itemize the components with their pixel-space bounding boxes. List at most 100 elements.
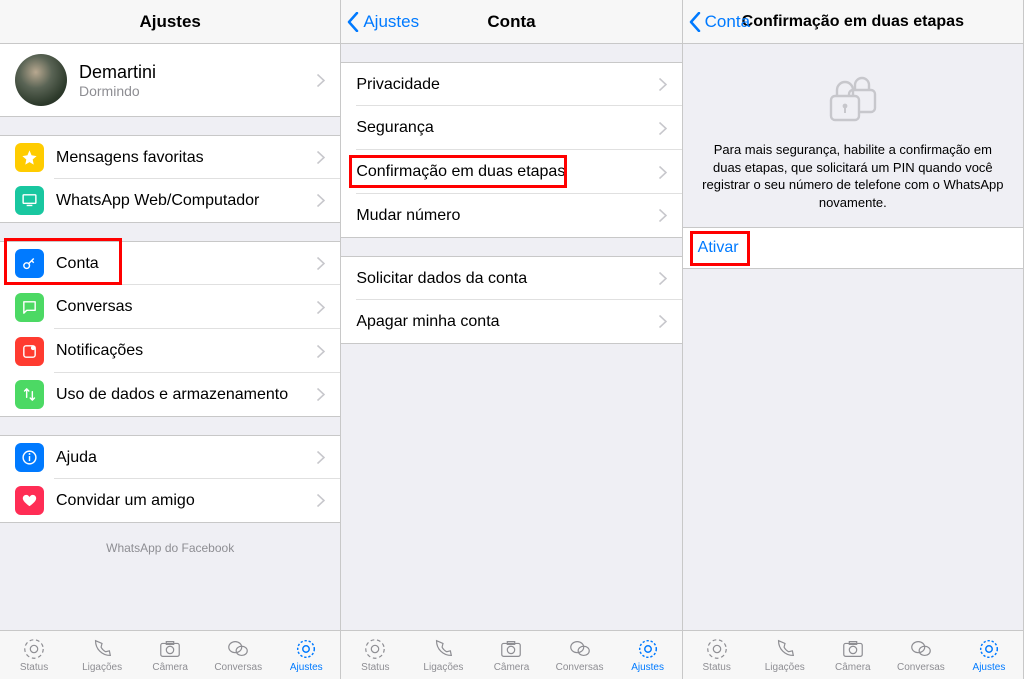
tab-settings[interactable]: Ajustes xyxy=(955,631,1023,679)
row-label: WhatsApp Web/Computador xyxy=(56,192,317,210)
tab-label: Ligações xyxy=(765,662,805,673)
nav-title: Ajustes xyxy=(139,12,200,32)
tab-chats[interactable]: Conversas xyxy=(204,631,272,679)
tab-camera[interactable]: Câmera xyxy=(819,631,887,679)
row-label: Confirmação em duas etapas xyxy=(356,163,658,181)
activate-label: Ativar xyxy=(698,239,739,257)
tab-label: Câmera xyxy=(152,662,188,673)
heart-icon xyxy=(15,486,44,515)
tab-label: Conversas xyxy=(214,662,262,673)
data-icon xyxy=(15,380,44,409)
row-label: Mudar número xyxy=(356,207,658,225)
row-label: Segurança xyxy=(356,119,658,137)
back-button[interactable]: Ajustes xyxy=(347,12,419,32)
notification-icon xyxy=(15,337,44,366)
hero-icon-area xyxy=(683,44,1023,141)
chevron-right-icon xyxy=(659,78,667,91)
nav-title: Confirmação em duas etapas xyxy=(742,13,964,31)
row-account[interactable]: Conta xyxy=(0,241,340,285)
chevron-right-icon xyxy=(317,388,325,401)
row-notifications[interactable]: Notificações xyxy=(0,329,340,373)
profile-text: Demartini Dormindo xyxy=(79,62,317,99)
description-text: Para mais segurança, habilite a confirma… xyxy=(683,141,1023,227)
row-change-number[interactable]: Mudar número xyxy=(341,194,681,238)
row-label: Mensagens favoritas xyxy=(56,149,317,167)
back-label: Ajustes xyxy=(363,12,419,32)
tab-label: Ajustes xyxy=(290,662,323,673)
profile-row[interactable]: Demartini Dormindo xyxy=(0,44,340,117)
twostep-content: Para mais segurança, habilite a confirma… xyxy=(683,44,1023,630)
tab-status[interactable]: Status xyxy=(0,631,68,679)
chevron-right-icon xyxy=(317,151,325,164)
row-label: Ajuda xyxy=(56,449,317,467)
chevron-right-icon xyxy=(659,209,667,222)
chevron-right-icon xyxy=(317,494,325,507)
chevron-right-icon xyxy=(317,74,325,87)
row-activate[interactable]: Ativar xyxy=(683,227,1023,269)
row-data-usage[interactable]: Uso de dados e armazenamento xyxy=(0,373,340,417)
tab-chats[interactable]: Conversas xyxy=(546,631,614,679)
tabbar: Status Ligações Câmera Conversas Ajustes xyxy=(341,630,681,679)
row-label: Solicitar dados da conta xyxy=(356,270,658,288)
info-icon xyxy=(15,443,44,472)
tab-settings[interactable]: Ajustes xyxy=(272,631,340,679)
row-label: Conta xyxy=(56,255,317,273)
tab-camera[interactable]: Câmera xyxy=(136,631,204,679)
row-invite-friend[interactable]: Convidar um amigo xyxy=(0,479,340,523)
chevron-right-icon xyxy=(317,345,325,358)
tab-settings[interactable]: Ajustes xyxy=(614,631,682,679)
chevron-right-icon xyxy=(659,122,667,135)
row-security[interactable]: Segurança xyxy=(341,106,681,150)
twostep-screen: Conta Confirmação em duas etapas Para ma… xyxy=(683,0,1024,679)
tab-label: Conversas xyxy=(556,662,604,673)
tab-camera[interactable]: Câmera xyxy=(477,631,545,679)
tab-calls[interactable]: Ligações xyxy=(751,631,819,679)
navbar: Ajustes xyxy=(0,0,340,44)
row-privacy[interactable]: Privacidade xyxy=(341,62,681,106)
avatar xyxy=(15,54,67,106)
tab-calls[interactable]: Ligações xyxy=(68,631,136,679)
tab-label: Ligações xyxy=(82,662,122,673)
account-screen: Ajustes Conta Privacidade Segurança Conf… xyxy=(341,0,682,679)
tab-label: Ligações xyxy=(423,662,463,673)
row-label: Convidar um amigo xyxy=(56,492,317,510)
chevron-right-icon xyxy=(659,272,667,285)
chevron-left-icon xyxy=(689,12,701,32)
chevron-right-icon xyxy=(659,166,667,179)
computer-icon xyxy=(15,186,44,215)
row-label: Conversas xyxy=(56,298,317,316)
row-whatsapp-web[interactable]: WhatsApp Web/Computador xyxy=(0,179,340,223)
row-two-step-verification[interactable]: Confirmação em duas etapas xyxy=(341,150,681,194)
tab-label: Status xyxy=(20,662,48,673)
tab-status[interactable]: Status xyxy=(683,631,751,679)
row-delete-account[interactable]: Apagar minha conta xyxy=(341,300,681,344)
row-request-data[interactable]: Solicitar dados da conta xyxy=(341,256,681,300)
profile-status: Dormindo xyxy=(79,83,317,99)
tab-calls[interactable]: Ligações xyxy=(409,631,477,679)
back-button[interactable]: Conta xyxy=(689,12,750,32)
chevron-right-icon xyxy=(317,301,325,314)
back-label: Conta xyxy=(705,12,750,32)
tab-label: Status xyxy=(703,662,731,673)
tab-chats[interactable]: Conversas xyxy=(887,631,955,679)
tabbar: Status Ligações Câmera Conversas Ajustes xyxy=(683,630,1023,679)
tab-status[interactable]: Status xyxy=(341,631,409,679)
row-label: Apagar minha conta xyxy=(356,313,658,331)
footer-text: WhatsApp do Facebook xyxy=(0,523,340,573)
chevron-right-icon xyxy=(317,451,325,464)
chevron-right-icon xyxy=(659,315,667,328)
row-help[interactable]: Ajuda xyxy=(0,435,340,479)
account-content: Privacidade Segurança Confirmação em dua… xyxy=(341,44,681,630)
profile-name: Demartini xyxy=(79,62,317,83)
row-starred-messages[interactable]: Mensagens favoritas xyxy=(0,135,340,179)
star-icon xyxy=(15,143,44,172)
chevron-right-icon xyxy=(317,194,325,207)
tab-label: Conversas xyxy=(897,662,945,673)
navbar: Ajustes Conta xyxy=(341,0,681,44)
navbar: Conta Confirmação em duas etapas xyxy=(683,0,1023,44)
settings-content: Demartini Dormindo Mensagens favoritas W… xyxy=(0,44,340,630)
row-chats[interactable]: Conversas xyxy=(0,285,340,329)
key-icon xyxy=(15,249,44,278)
row-label: Privacidade xyxy=(356,76,658,94)
tab-label: Câmera xyxy=(835,662,871,673)
